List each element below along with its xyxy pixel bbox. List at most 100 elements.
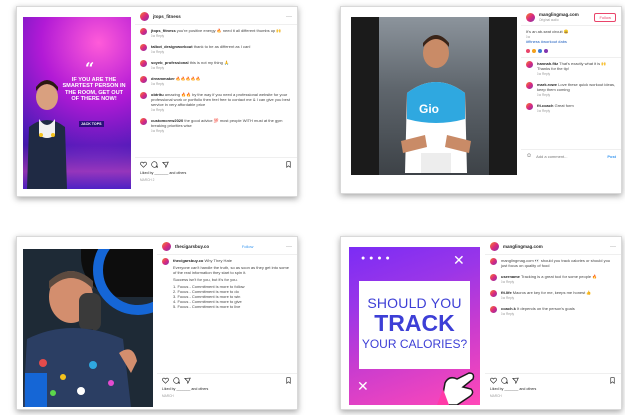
avatar[interactable] (490, 258, 497, 265)
caption-text: manglingmag.com 👀 should you track calor… (501, 258, 611, 268)
audio-label[interactable]: Original audio (539, 18, 579, 22)
comment-input[interactable] (536, 153, 604, 159)
more-options-icon[interactable]: ··· (286, 244, 292, 250)
follow-button[interactable]: Follow (594, 12, 616, 22)
comment-text: Tracking is a great tool for some people… (520, 274, 598, 279)
comment: hannah.fitz That's exactly what it is 🙌 … (521, 57, 621, 79)
comment-user[interactable]: username (501, 274, 520, 279)
comment-meta: 1w Reply (501, 312, 515, 316)
avatar[interactable] (140, 118, 147, 125)
bookmark-icon[interactable] (285, 377, 292, 384)
username[interactable]: manglingmag.com (539, 12, 579, 17)
heart-icon[interactable] (162, 377, 169, 384)
comment-user[interactable]: fit.life (501, 290, 512, 295)
headline-box: SHOULD YOU TRACK YOUR CALORIES? (359, 281, 470, 369)
comment: customcrew2020 the good advice 💯 most pe… (135, 115, 297, 136)
avatar[interactable] (526, 103, 533, 110)
avatar[interactable] (140, 60, 147, 67)
username[interactable]: manglingmag.com (503, 244, 543, 249)
avatar[interactable] (140, 44, 147, 51)
name-badge: JACK TOPS (79, 121, 104, 127)
comment: username Tracking is a great tool for so… (485, 271, 621, 287)
comment-meta: 1w Reply (151, 108, 165, 112)
likes-text[interactable]: Liked by _______ and others (485, 387, 621, 391)
post-date: MARCH (490, 394, 502, 398)
bookmark-icon[interactable] (285, 161, 292, 168)
caption: manglingmag.com 👀 should you track calor… (485, 255, 621, 271)
comment: fit.life Macros are key for me, keeps me… (485, 287, 621, 303)
comment-meta: 1w Reply (537, 109, 551, 113)
emoji-icon[interactable]: ☺ (526, 153, 532, 159)
post-comment-button[interactable]: Post (607, 154, 616, 159)
comment-icon[interactable] (173, 377, 180, 384)
comment-user[interactable]: jtops_fitness (151, 28, 176, 33)
post-image-1[interactable]: “ IF YOU ARE THE SMARTEST PERSON IN THE … (23, 17, 131, 189)
avatar[interactable] (140, 76, 147, 83)
heart-icon[interactable] (140, 161, 147, 168)
hashtags[interactable]: #fitness #workout #abs (526, 39, 569, 44)
comment: soyeb_professional this is not my thing … (135, 57, 297, 73)
post-card-2: Gio manglingmag.com Original audio Follo… (340, 6, 622, 194)
comment-user[interactable]: talbot_designworkout (151, 44, 193, 49)
comment-user[interactable]: dreammaker (151, 76, 175, 81)
avatar[interactable] (490, 274, 497, 281)
comment-icon[interactable] (151, 161, 158, 168)
comment-user[interactable]: fit.coach (537, 103, 553, 108)
post-header: jtops_fitness ··· (135, 7, 297, 25)
post-image-3[interactable] (23, 249, 153, 407)
comment-user[interactable]: coach.k (501, 306, 516, 311)
avatar[interactable] (162, 258, 169, 265)
more-options-icon[interactable]: ··· (286, 14, 292, 20)
comment-meta: 1w Reply (501, 296, 515, 300)
avatar[interactable] (526, 82, 533, 89)
comment-text: Macros are key for me, keeps me honest 👍 (512, 290, 592, 295)
username[interactable]: thecigarsbuy.co (175, 244, 209, 249)
decor-x: ✕ (453, 253, 465, 269)
caption: thecigarsbuy.co Why They Hate Everyone c… (157, 255, 297, 312)
comment-text: thank to be as different as I can! (193, 44, 251, 49)
caption-text: Why They Hate (204, 258, 233, 263)
avatar[interactable] (526, 61, 533, 68)
avatar[interactable] (140, 28, 147, 35)
avatar[interactable] (140, 12, 149, 21)
post-card-3: thecigarsbuy.co Follow ··· thecigarsbuy.… (16, 236, 298, 410)
avatar[interactable] (490, 242, 499, 251)
comment-meta: 1w Reply (151, 50, 165, 54)
comment-icon[interactable] (501, 377, 508, 384)
post-date: MARCH 2 (140, 178, 155, 182)
username[interactable]: jtops_fitness (153, 14, 181, 19)
action-bar (157, 373, 297, 387)
add-comment-bar: ☺ Post (521, 149, 621, 162)
caption-user[interactable]: thecigarsbuy.co (173, 258, 203, 263)
avatar[interactable] (490, 306, 497, 313)
podcaster-photo (23, 271, 137, 407)
share-icon[interactable] (184, 377, 191, 384)
heart-icon[interactable] (490, 377, 497, 384)
headline-line-1: SHOULD YOU (367, 295, 462, 311)
follow-button[interactable]: Follow (242, 244, 254, 249)
pointing-hand-illustration (437, 372, 475, 405)
avatar[interactable] (162, 242, 171, 251)
comment-user[interactable]: soyeb_professional (151, 60, 189, 65)
avatar[interactable] (526, 12, 535, 22)
post-image-4[interactable]: ● ● ● ● ✕ ✕ SHOULD YOU TRACK YOUR CALORI… (349, 247, 480, 405)
likes-text[interactable]: Liked by _______ and others (135, 171, 297, 175)
post-card-1: “ IF YOU ARE THE SMARTEST PERSON IN THE … (16, 6, 298, 197)
bookmark-icon[interactable] (609, 377, 616, 384)
trainer-photo: Gio (401, 35, 471, 173)
comment-meta: 1w Reply (151, 66, 165, 70)
comment-meta: 1w Reply (537, 93, 551, 97)
caption-list-item: 5. Focus - Commitment is more to live (173, 304, 241, 309)
post-video-2[interactable]: Gio (351, 17, 517, 175)
comment: mark.rowe Love these quick workout ideas… (521, 79, 621, 100)
post-panel-3: thecigarsbuy.co Follow ··· thecigarsbuy.… (157, 237, 297, 409)
more-options-icon[interactable]: ··· (610, 244, 616, 250)
share-icon[interactable] (162, 161, 169, 168)
post-panel-1: jtops_fitness ··· jtops_fitness you're p… (135, 7, 297, 196)
reaction-dots (521, 47, 621, 55)
share-icon[interactable] (512, 377, 519, 384)
comment-text: It depends on the person's goals (517, 306, 575, 311)
avatar[interactable] (140, 92, 147, 99)
avatar[interactable] (490, 290, 497, 297)
likes-text[interactable]: Liked by _______ and others (157, 387, 297, 391)
